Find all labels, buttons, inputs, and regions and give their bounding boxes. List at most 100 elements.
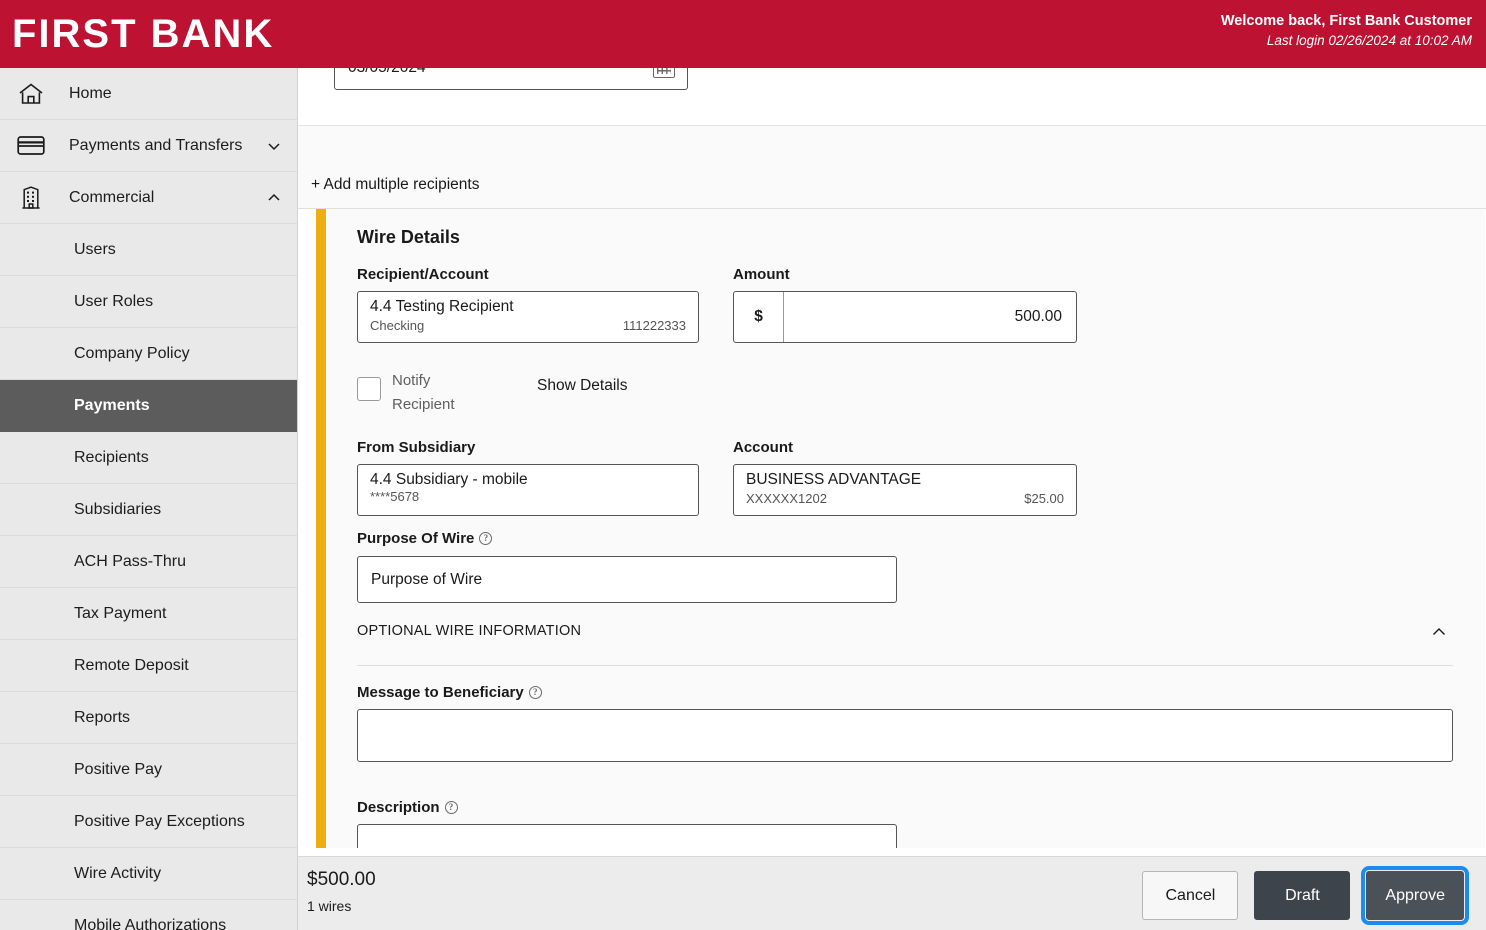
purpose-of-wire-value[interactable]: Purpose of Wire (371, 571, 482, 589)
description-label: Description ? (357, 799, 458, 816)
sidebar-item-users[interactable]: Users (0, 224, 297, 276)
help-icon[interactable]: ? (479, 532, 493, 545)
sidebar-item-tax-payment[interactable]: Tax Payment (0, 588, 297, 640)
currency-symbol: $ (734, 292, 784, 342)
sidebar-subitem-label: Reports (74, 708, 131, 726)
sidebar-subitem-label: Remote Deposit (74, 656, 189, 674)
recipient-account-field[interactable]: 4.4 Testing Recipient Checking 111222333 (357, 291, 699, 343)
sidebar-item-commercial[interactable]: Commercial (0, 172, 297, 224)
last-login-text: Last login 02/26/2024 at 10:02 AM (1266, 33, 1472, 48)
optional-wire-information-header[interactable]: OPTIONAL WIRE INFORMATION (357, 622, 1453, 666)
account-label: Account (733, 439, 793, 456)
chevron-down-icon[interactable] (267, 139, 281, 153)
help-icon[interactable]: ? (528, 686, 542, 699)
footer-wire-count: 1 wires (307, 898, 352, 914)
recipient-amount-row: Recipient/Account 4.4 Testing Recipient … (357, 266, 1485, 343)
sidebar-subitem-label: Subsidiaries (74, 500, 162, 518)
action-footer: $500.00 1 wires Cancel Draft Approve (298, 856, 1486, 930)
sidebar-subitem-label: Recipients (74, 448, 149, 466)
sidebar-item-reports[interactable]: Reports (0, 692, 297, 744)
recipient-account-number: 111222333 (622, 318, 686, 333)
sidebar-item-ach-pass-thru[interactable]: ACH Pass-Thru (0, 536, 297, 588)
subsidiary-name: 4.4 Subsidiary - mobile (370, 471, 528, 488)
from-subsidiary-label: From Subsidiary (357, 439, 476, 456)
sidebar-item-home[interactable]: Home (0, 68, 297, 120)
wire-details-title: Wire Details (357, 227, 460, 247)
chevron-up-icon[interactable] (1431, 624, 1447, 640)
sidebar-item-mobile-authorizations[interactable]: Mobile Authorizations (0, 900, 297, 930)
recipient-account-type: Checking (370, 318, 425, 333)
help-icon[interactable]: ? (444, 801, 458, 814)
notify-recipient-label: Notify Recipient (392, 372, 455, 413)
description-row: Description ? (357, 799, 1485, 848)
show-details-link[interactable]: Show Details (537, 377, 627, 395)
amount-input[interactable]: 500.00 (784, 292, 1076, 342)
sidebar-subitem-label: User Roles (74, 292, 154, 310)
sidebar-item-payments-and-transfers[interactable]: Payments and Transfers (0, 120, 297, 172)
account-balance: $25.00 (1024, 491, 1064, 506)
sidebar-item-user-roles[interactable]: User Roles (0, 276, 297, 328)
cancel-button[interactable]: Cancel (1142, 871, 1239, 920)
purpose-of-wire-label-text: Purpose Of Wire (357, 530, 475, 547)
sidebar-subitem-label: Wire Activity (74, 864, 162, 882)
sidebar-subitem-label: Mobile Authorizations (74, 916, 227, 930)
account-field[interactable]: BUSINESS ADVANTAGE XXXXXX1202 $25.00 (733, 464, 1077, 516)
draft-button[interactable]: Draft (1254, 871, 1351, 920)
sidebar-subitem-label: Positive Pay Exceptions (74, 812, 245, 830)
sidebar-item-positive-pay[interactable]: Positive Pay (0, 744, 297, 796)
description-label-text: Description (357, 799, 440, 816)
sidebar-item-remote-deposit[interactable]: Remote Deposit (0, 640, 297, 692)
sidebar-nav[interactable]: Home Payments and Transfers Commercial U… (0, 68, 298, 930)
sidebar-item-wire-activity[interactable]: Wire Activity (0, 848, 297, 900)
account-name: BUSINESS ADVANTAGE (746, 471, 922, 488)
sidebar-item-label: Commercial (69, 188, 155, 206)
description-input[interactable] (357, 824, 897, 848)
notify-row: Notify Recipient Show Details (357, 369, 1485, 417)
sidebar-item-label: Home (69, 84, 112, 102)
account-masked-number: XXXXXX1202 (746, 491, 827, 506)
main-content: 03/05/2024 + Add multiple recipients Wir… (298, 68, 1486, 930)
effective-date-field[interactable]: 03/05/2024 (334, 68, 688, 90)
sidebar-item-company-policy[interactable]: Company Policy (0, 328, 297, 380)
add-recipients-strip: + Add multiple recipients (298, 126, 1486, 209)
notify-recipient-checkbox[interactable] (357, 377, 381, 401)
card-icon (14, 129, 48, 163)
from-subsidiary-field[interactable]: 4.4 Subsidiary - mobile ****5678 (357, 464, 699, 516)
optional-wire-information-title: OPTIONAL WIRE INFORMATION (357, 623, 582, 639)
purpose-of-wire-field[interactable]: Purpose of Wire (357, 556, 897, 603)
sidebar-item-recipients[interactable]: Recipients (0, 432, 297, 484)
sidebar-item-subsidiaries[interactable]: Subsidiaries (0, 484, 297, 536)
sidebar-item-positive-pay-exceptions[interactable]: Positive Pay Exceptions (0, 796, 297, 848)
message-to-beneficiary-input[interactable] (357, 709, 1453, 762)
recipient-account-label: Recipient/Account (357, 266, 489, 283)
effective-date-value: 03/05/2024 (335, 68, 653, 77)
chevron-up-icon[interactable] (267, 191, 281, 205)
amount-field[interactable]: $ 500.00 (733, 291, 1077, 343)
message-to-beneficiary-label: Message to Beneficiary ? (357, 684, 542, 701)
sidebar-subitem-label: Payments (74, 396, 150, 414)
first-bank-logo[interactable]: FIRST BANK (12, 11, 274, 57)
approve-button[interactable]: Approve (1361, 866, 1469, 925)
sidebar-item-payments[interactable]: Payments (0, 380, 297, 432)
purpose-row: Purpose Of Wire ? Purpose of Wire (357, 530, 1485, 608)
footer-buttons: Cancel Draft Approve (1142, 866, 1469, 925)
home-icon (14, 77, 48, 111)
sidebar-item-label: Payments and Transfers (69, 136, 243, 154)
welcome-block: Welcome back, First Bank Customer Last l… (1221, 11, 1472, 50)
date-strip: 03/05/2024 (298, 68, 1486, 126)
message-to-beneficiary-label-text: Message to Beneficiary (357, 684, 524, 701)
subsidiary-masked-number: ****5678 (370, 489, 420, 504)
subsidiary-account-row: From Subsidiary 4.4 Subsidiary - mobile … (357, 439, 1485, 516)
sidebar-subitem-label: Users (74, 240, 116, 258)
recipient-name: 4.4 Testing Recipient (370, 298, 514, 315)
calendar-icon[interactable] (653, 68, 675, 78)
sidebar-subitem-label: Tax Payment (74, 604, 167, 622)
amount-label: Amount (733, 266, 790, 283)
sidebar-subitem-label: ACH Pass-Thru (74, 552, 187, 570)
app-header: FIRST BANK Welcome back, First Bank Cust… (0, 0, 1486, 68)
sidebar-subitem-label: Positive Pay (74, 760, 163, 778)
message-to-beneficiary-row: Message to Beneficiary ? (357, 684, 1485, 784)
wire-details-card: Wire Details Recipient/Account 4.4 Testi… (316, 209, 1485, 848)
building-icon (14, 181, 48, 215)
add-multiple-recipients-link[interactable]: + Add multiple recipients (311, 176, 479, 194)
